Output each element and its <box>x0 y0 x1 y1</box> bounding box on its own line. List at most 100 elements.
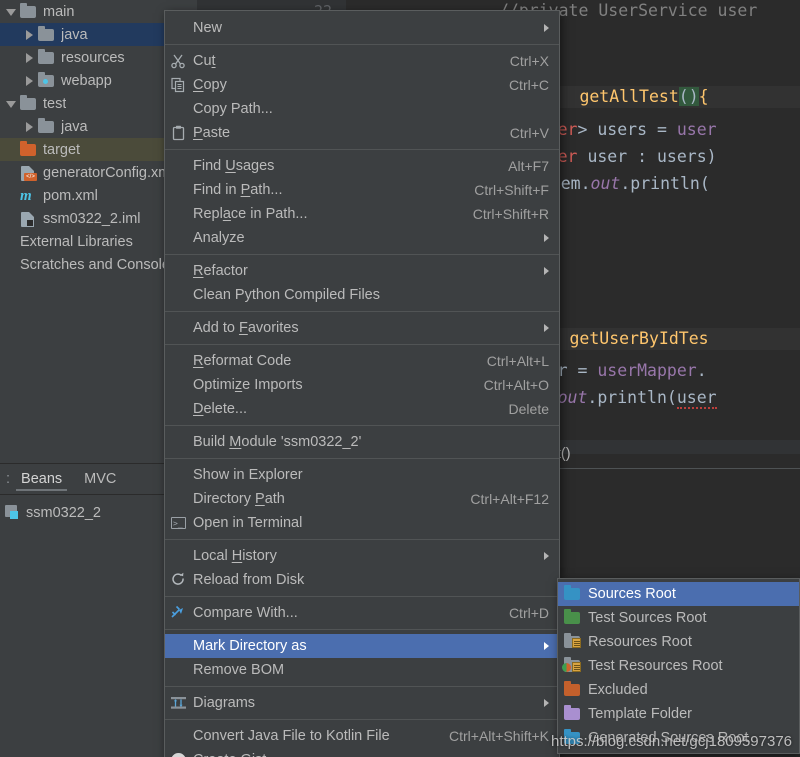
chevron-closed-icon[interactable] <box>24 29 35 40</box>
tree-item-label: generatorConfig.xml <box>43 165 174 181</box>
menu-item-shortcut: Ctrl+Shift+R <box>473 206 549 222</box>
menu-item-shortcut: Ctrl+C <box>509 77 549 93</box>
menu-item-label: Mark Directory as <box>193 638 532 654</box>
submenu-item-label: Excluded <box>588 682 648 698</box>
compare-icon <box>170 605 187 621</box>
chevron-open-icon[interactable] <box>6 6 17 17</box>
tree-item-label: webapp <box>61 73 112 89</box>
menu-item-paste[interactable]: PasteCtrl+V <box>165 121 559 145</box>
menu-item-local-history[interactable]: Local History <box>165 544 559 568</box>
menu-item-diagrams[interactable]: Diagrams <box>165 691 559 715</box>
folder-icon <box>564 708 580 720</box>
tree-item-label: pom.xml <box>43 188 98 204</box>
submenu-arrow-icon <box>544 324 549 332</box>
chevron-closed-icon[interactable] <box>24 121 35 132</box>
menu-item-clean-python-compiled-files[interactable]: Clean Python Compiled Files <box>165 283 559 307</box>
menu-item-add-to-favorites[interactable]: Add to Favorites <box>165 316 559 340</box>
resource-lines-icon <box>572 638 581 648</box>
submenu-item-label: Test Sources Root <box>588 610 706 626</box>
submenu-item-label: Template Folder <box>588 706 692 722</box>
menu-item-shortcut: Ctrl+Shift+F <box>474 182 549 198</box>
folder-gray-icon <box>38 51 55 65</box>
submenu-arrow-icon <box>544 699 549 707</box>
menu-item-cut[interactable]: CutCtrl+X <box>165 49 559 73</box>
submenu-item-template-folder[interactable]: Template Folder <box>558 702 799 726</box>
menu-item-open-in-terminal[interactable]: >_Open in Terminal <box>165 511 559 535</box>
menu-item-label: Copy Path... <box>193 101 549 117</box>
mark-directory-as-submenu[interactable]: Sources Root Test Sources Root Resources R… <box>557 578 800 754</box>
menu-separator <box>165 254 559 255</box>
submenu-arrow-icon <box>544 267 549 275</box>
tree-spacer <box>6 190 17 201</box>
menu-item-show-in-explorer[interactable]: Show in Explorer <box>165 463 559 487</box>
menu-item-compare-with[interactable]: Compare With... Ctrl+D <box>165 601 559 625</box>
menu-item-label: Clean Python Compiled Files <box>193 287 549 303</box>
menu-item-optimize-imports[interactable]: Optimize ImportsCtrl+Alt+O <box>165 373 559 397</box>
tree-item-label: test <box>43 96 66 112</box>
submenu-item-label: Sources Root <box>588 586 676 602</box>
folder-gray-icon <box>20 97 37 111</box>
menu-item-reload-from-disk[interactable]: Reload from Disk <box>165 568 559 592</box>
menu-separator <box>165 149 559 150</box>
menu-item-label: Show in Explorer <box>193 467 549 483</box>
menu-item-label: Create Gist... <box>193 752 549 757</box>
menu-item-shortcut: Ctrl+Alt+O <box>484 377 549 393</box>
tree-spacer <box>6 213 17 224</box>
menu-item-label: Paste <box>193 125 492 141</box>
menu-item-build-module-ssm0322-2[interactable]: Build Module 'ssm0322_2' <box>165 430 559 454</box>
menu-item-label: Local History <box>193 548 532 564</box>
menu-item-label: Find in Path... <box>193 182 456 198</box>
menu-item-copy[interactable]: CopyCtrl+C <box>165 73 559 97</box>
menu-item-find-usages[interactable]: Find UsagesAlt+F7 <box>165 154 559 178</box>
submenu-arrow-icon <box>544 24 549 32</box>
watermark: https://blog.csdn.net/gcj1809597376 <box>551 733 800 750</box>
menu-item-remove-bom[interactable]: Remove BOM <box>165 658 559 682</box>
menu-item-label: Replace in Path... <box>193 206 455 222</box>
submenu-item-test-resources-root[interactable]: Test Resources Root <box>558 654 799 678</box>
tree-item-label: ssm0322_2.iml <box>43 211 141 227</box>
menu-item-analyze[interactable]: Analyze <box>165 226 559 250</box>
tab-mvc[interactable]: MVC <box>73 464 127 494</box>
menu-item-label: Diagrams <box>193 695 532 711</box>
copy-icon <box>170 77 187 93</box>
menu-item-create-gist[interactable]: Create Gist... <box>165 748 559 757</box>
menu-item-shortcut: Ctrl+X <box>510 53 549 69</box>
submenu-item-sources-root[interactable]: Sources Root <box>558 582 799 606</box>
chevron-open-icon[interactable] <box>6 98 17 109</box>
resource-lines-icon <box>572 662 581 672</box>
test-marker-icon <box>562 663 571 672</box>
menu-item-new[interactable]: New <box>165 16 559 40</box>
folder-orange-icon <box>20 143 37 157</box>
menu-separator <box>165 686 559 687</box>
menu-item-label: Remove BOM <box>193 662 549 678</box>
menu-item-replace-in-path[interactable]: Replace in Path... Ctrl+Shift+R <box>165 202 559 226</box>
menu-item-mark-directory-as[interactable]: Mark Directory as <box>165 634 559 658</box>
context-menu[interactable]: NewCutCtrl+XCopyCtrl+CCopy Path...PasteC… <box>164 10 560 757</box>
tree-item-label: External Libraries <box>20 234 133 250</box>
chevron-closed-icon[interactable] <box>24 75 35 86</box>
folder-gray-icon <box>20 5 37 19</box>
tree-item-label: java <box>61 27 88 43</box>
menu-item-label: Compare With... <box>193 605 491 621</box>
tab-beans[interactable]: Beans <box>10 464 73 494</box>
submenu-item-excluded[interactable]: Excluded <box>558 678 799 702</box>
submenu-item-test-sources-root[interactable]: Test Sources Root <box>558 606 799 630</box>
diagram-icon <box>170 695 187 711</box>
menu-item-refactor[interactable]: Refactor <box>165 259 559 283</box>
menu-item-label: New <box>193 20 532 36</box>
menu-item-copy-path[interactable]: Copy Path... <box>165 97 559 121</box>
menu-item-directory-path[interactable]: Directory PathCtrl+Alt+F12 <box>165 487 559 511</box>
folder-gray-icon <box>38 120 55 134</box>
chevron-closed-icon[interactable] <box>24 52 35 63</box>
tree-item-label: Scratches and Consoles <box>20 257 177 273</box>
menu-item-label: Open in Terminal <box>193 515 549 531</box>
menu-item-find-in-path[interactable]: Find in Path... Ctrl+Shift+F <box>165 178 559 202</box>
folder-icon <box>564 612 580 624</box>
menu-item-convert-java-file-to-kotlin-file[interactable]: Convert Java File to Kotlin FileCtrl+Alt… <box>165 724 559 748</box>
paste-icon <box>170 125 187 141</box>
submenu-item-resources-root[interactable]: Resources Root <box>558 630 799 654</box>
folder-icon <box>564 684 580 696</box>
menu-item-delete[interactable]: Delete...Delete <box>165 397 559 421</box>
menu-item-reformat-code[interactable]: Reformat CodeCtrl+Alt+L <box>165 349 559 373</box>
menu-item-shortcut: Ctrl+D <box>509 605 549 621</box>
